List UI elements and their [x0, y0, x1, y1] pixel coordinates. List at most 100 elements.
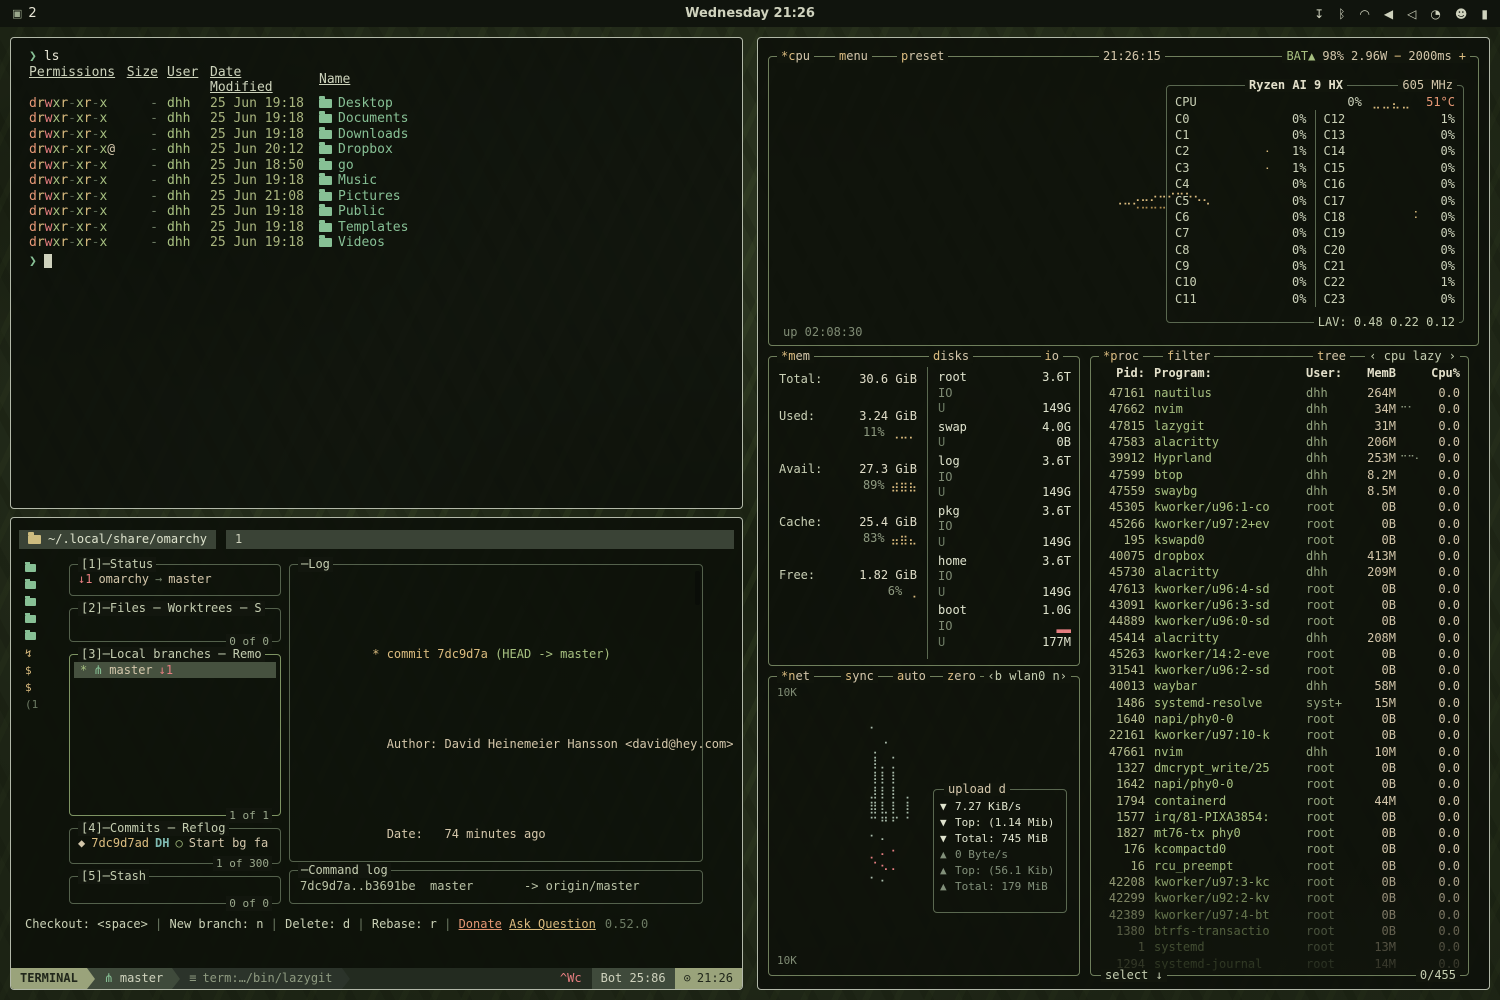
branches-panel[interactable]: [3]─Local branches ─ Remo * ⋔ master ↓1 …	[69, 654, 281, 816]
process-row[interactable]: 195 kswapd0 root 0B 0.0	[1099, 532, 1460, 548]
process-row[interactable]: 1 systemd root 13M 0.0	[1099, 939, 1460, 955]
interval-minus-button[interactable]: −	[1394, 50, 1401, 63]
process-row[interactable]: 1640 napi/phy0-0 root 0B 0.0	[1099, 711, 1460, 727]
process-user: dhh	[1306, 418, 1354, 434]
stash-panel[interactable]: [5]─Stash 0 of 0	[69, 876, 281, 904]
workspace-button[interactable]: ▣ 2	[12, 6, 37, 21]
process-row[interactable]: 47662 nvim dhh 34M ⠒⠂ 0.0	[1099, 401, 1460, 417]
process-row[interactable]: 44889 kworker/u96:0-sd root 0B 0.0	[1099, 613, 1460, 629]
process-row[interactable]: 42208 kworker/u97:3-kc root 0B 0.0	[1099, 874, 1460, 890]
clock[interactable]: Wednesday 21:26	[685, 6, 815, 21]
process-memory: 31M	[1354, 418, 1396, 434]
sidebar-item[interactable]: $	[25, 664, 65, 676]
status-panel[interactable]: [1]─Status ↓1 omarchy → master	[69, 564, 281, 596]
donate-link[interactable]: Donate	[459, 917, 502, 932]
interval-plus-button[interactable]: +	[1459, 50, 1466, 63]
process-cpu: 0.0	[1426, 727, 1460, 743]
net-box-title[interactable]: *net	[777, 670, 814, 683]
auto-toggle[interactable]: auto	[893, 670, 930, 683]
proc-box-title[interactable]: *proc	[1099, 350, 1143, 363]
process-row[interactable]: 1380 btrfs-transactio root 0B 0.0	[1099, 923, 1460, 939]
scrollbar-thumb[interactable]	[695, 571, 700, 605]
preset-button[interactable]: preset	[897, 50, 948, 63]
sidebar-item[interactable]	[25, 613, 65, 625]
process-row[interactable]: 40013 waybar dhh 58M 0.0	[1099, 678, 1460, 694]
tray-icon[interactable]: ◠	[1359, 7, 1369, 21]
process-row[interactable]: 39912 Hyprland dhh 253M ⠒⠒⠄ 0.0	[1099, 450, 1460, 466]
process-row[interactable]: 47661 nvim dhh 10M 0.0	[1099, 744, 1460, 760]
process-user: root	[1306, 711, 1354, 727]
sidebar-item[interactable]: ↯	[25, 647, 65, 659]
process-memory: 264M	[1354, 385, 1396, 401]
tray-icon[interactable]: ◁	[1407, 7, 1416, 21]
sidebar-item[interactable]	[25, 630, 65, 642]
process-row[interactable]: 47161 nautilus dhh 264M 0.0	[1099, 385, 1460, 401]
tray-icon[interactable]: ◀	[1384, 7, 1393, 21]
sidebar-item[interactable]	[25, 596, 65, 608]
process-row[interactable]: 1327 dmcrypt_write/25 root 0B 0.0	[1099, 760, 1460, 776]
process-row[interactable]: 47613 kworker/u96:4-sd root 0B 0.0	[1099, 581, 1460, 597]
mem-box-title[interactable]: *mem	[777, 350, 814, 363]
sort-selector[interactable]: ‹ cpu lazy ›	[1365, 350, 1460, 363]
process-row[interactable]: 47583 alacritty dhh 206M 0.0	[1099, 434, 1460, 450]
tray-icon[interactable]: ▮	[1481, 7, 1488, 21]
help-hint: |	[350, 917, 372, 931]
process-pid: 176	[1099, 841, 1145, 857]
log-panel[interactable]: ─Log * commit 7dc9d7a (HEAD -> master) A…	[289, 564, 703, 862]
process-row[interactable]: 1486 systemd-resolve syst+ 15M 0.0	[1099, 695, 1460, 711]
process-pid: 1380	[1099, 923, 1145, 939]
tray-icon[interactable]: ᛒ	[1338, 7, 1345, 21]
process-row[interactable]: 47599 btop dhh 8.2M 0.0	[1099, 466, 1460, 482]
process-row[interactable]: 43091 kworker/u96:3-sd root 0B 0.0	[1099, 597, 1460, 613]
upload-box-title[interactable]: upload d	[944, 783, 1010, 796]
process-memory: 14M	[1354, 956, 1396, 971]
process-row[interactable]: 1577 irq/81-PIXA3854: root 0B 0.0	[1099, 809, 1460, 825]
zero-toggle[interactable]: zero	[943, 670, 980, 683]
process-row[interactable]: 45266 kworker/u97:2+ev root 0B 0.0	[1099, 515, 1460, 531]
tab-1[interactable]: 1	[226, 530, 734, 549]
process-row[interactable]: 1827 mt76-tx phy0 root 0B 0.0	[1099, 825, 1460, 841]
repo-path[interactable]: ~/.local/share/omarchy	[19, 530, 216, 549]
net-stat-row: ▲ Total: 179 MiB	[940, 879, 1060, 895]
process-row[interactable]: 45263 kworker/14:2-eve root 0B 0.0	[1099, 646, 1460, 662]
sidebar-item[interactable]: $	[25, 681, 65, 693]
menu-button[interactable]: menu	[835, 50, 872, 63]
process-cpu: 0.0	[1426, 483, 1460, 499]
commits-panel[interactable]: [4]─Commits ─ Reflog ◆ 7dc9d7ad DH ○ Sta…	[69, 828, 281, 864]
process-row[interactable]: 22161 kworker/u97:10-k root 0B 0.0	[1099, 727, 1460, 743]
tray-icon[interactable]: ↧	[1314, 7, 1324, 21]
tree-toggle[interactable]: tree	[1313, 350, 1350, 363]
sidebar-item[interactable]: (1	[25, 698, 65, 710]
process-memory: 0B	[1354, 499, 1396, 515]
command-log-panel[interactable]: ─Command log 7dc9d7a..b3691be master -> …	[289, 870, 703, 904]
process-name: kworker/u96:4-sd	[1145, 581, 1306, 597]
filter-button[interactable]: filter	[1163, 350, 1214, 363]
process-row[interactable]: 45730 alacritty dhh 209M 0.0	[1099, 564, 1460, 580]
tray-icon[interactable]: ☻	[1455, 7, 1468, 21]
process-row[interactable]: 40075 dropbox dhh 413M 0.0	[1099, 548, 1460, 564]
process-row[interactable]: 1642 napi/phy0-0 root 0B 0.0	[1099, 776, 1460, 792]
process-name: kworker/u97:4-bt	[1145, 907, 1306, 923]
process-row[interactable]: 42389 kworker/u97:4-bt root 0B 0.0	[1099, 907, 1460, 923]
process-row[interactable]: 45305 kworker/u96:1-co root 0B 0.0	[1099, 499, 1460, 515]
process-row[interactable]: 45414 alacritty dhh 208M 0.0	[1099, 629, 1460, 645]
files-panel[interactable]: [2]─Files ─ Worktrees ─ S 0 of 0	[69, 608, 281, 642]
cpu-box-title[interactable]: *cpu	[777, 50, 814, 63]
sidebar-item[interactable]	[25, 562, 65, 574]
process-row[interactable]: 47559 swaybg dhh 8.5M 0.0	[1099, 483, 1460, 499]
memory-stat: Cache:25.4 GiB 83%⣤⣶⣄	[779, 514, 917, 546]
sidebar-item[interactable]	[25, 579, 65, 591]
disks-toggle[interactable]: disks	[929, 350, 973, 363]
process-row[interactable]: 16 rcu_preempt root 0B 0.0	[1099, 858, 1460, 874]
process-row[interactable]: 1794 containerd root 44M 0.0	[1099, 792, 1460, 808]
sync-toggle[interactable]: sync	[841, 670, 878, 683]
branch-row[interactable]: * ⋔ master ↓1	[74, 662, 276, 678]
process-row[interactable]: 31541 kworker/u96:2-sd root 0B 0.0	[1099, 662, 1460, 678]
process-row[interactable]: 176 kcompactd0 root 0B 0.0	[1099, 841, 1460, 857]
tray-icon[interactable]: ◔	[1430, 7, 1440, 21]
io-toggle[interactable]: io	[1041, 350, 1063, 363]
interface-selector[interactable]: ‹b wlan0 n›	[984, 670, 1071, 683]
ask-question-link[interactable]: Ask Question	[509, 917, 596, 932]
process-row[interactable]: 47815 lazygit dhh 31M 0.0	[1099, 418, 1460, 434]
process-row[interactable]: 42299 kworker/u92:2-kv root 0B 0.0	[1099, 890, 1460, 906]
